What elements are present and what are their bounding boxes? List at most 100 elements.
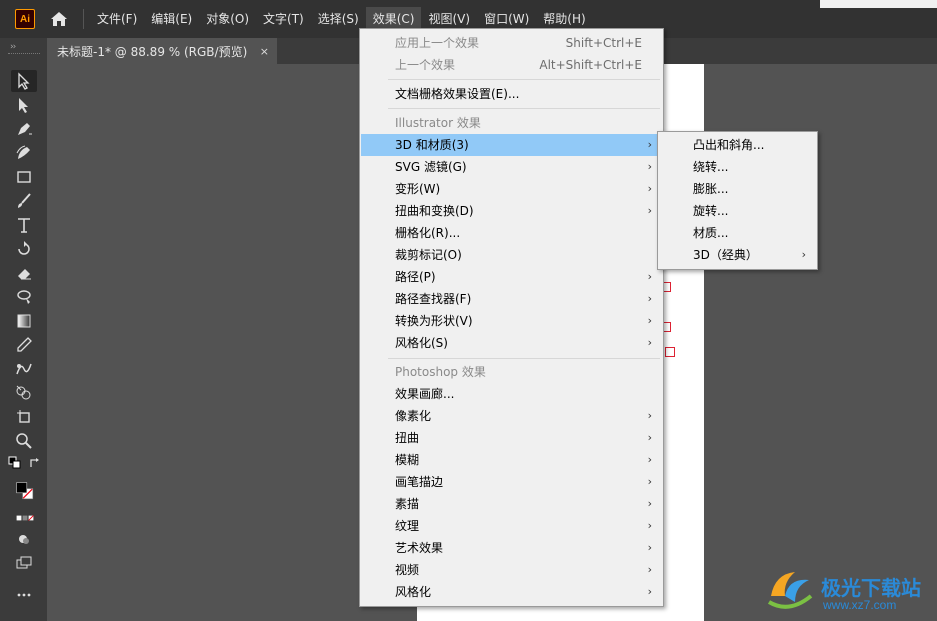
menu-item-illustrator-7[interactable]: 路径查找器(F) ›	[361, 288, 662, 310]
chevron-right-icon: ›	[801, 248, 806, 261]
menu-item-photoshop-label: 扭曲	[395, 431, 420, 445]
document-tab[interactable]: 未标题-1* @ 88.89 % (RGB/预览) ×	[47, 38, 277, 64]
rectangle-tool-icon[interactable]	[11, 166, 37, 188]
chevron-right-icon: ›	[647, 160, 652, 173]
chevron-right-icon: ›	[647, 431, 652, 444]
type-tool-icon[interactable]	[11, 214, 37, 236]
menu-item-photoshop-9[interactable]: 风格化 ›	[361, 581, 662, 603]
curvature-tool-icon[interactable]	[11, 142, 37, 164]
selection-tool-icon[interactable]	[11, 70, 37, 92]
menu-item-photoshop-4[interactable]: 画笔描边 ›	[361, 471, 662, 493]
artboard-tool-icon[interactable]	[11, 406, 37, 428]
lasso-tool-icon[interactable]	[11, 286, 37, 308]
menu-item-photoshop-2[interactable]: 扭曲 ›	[361, 427, 662, 449]
watermark-url: www.xz7.com	[823, 598, 897, 612]
default-colors-icon[interactable]	[8, 456, 22, 470]
screen-mode-icon[interactable]	[11, 552, 37, 574]
more-tools-icon[interactable]	[11, 584, 37, 606]
submenu-item-3[interactable]: 旋转...	[659, 200, 816, 222]
artwork-fragment	[665, 347, 675, 357]
submenu-item-label: 3D（经典）	[693, 248, 758, 262]
watermark-logo-icon	[767, 572, 813, 609]
collapse-icon[interactable]: ››	[10, 42, 16, 52]
chevron-right-icon: ›	[647, 519, 652, 532]
menu-item-photoshop-7[interactable]: 艺术效果 ›	[361, 537, 662, 559]
menu-item-illustrator-label: SVG 滤镜(G)	[395, 160, 467, 174]
chevron-right-icon: ›	[647, 204, 652, 217]
home-icon[interactable]	[47, 7, 71, 31]
eraser-tool-icon[interactable]	[11, 262, 37, 284]
submenu-item-label: 凸出和斜角...	[693, 138, 765, 152]
submenu-item-5[interactable]: 3D（经典） ›	[659, 244, 816, 266]
menu-item-illustrator-3[interactable]: 扭曲和变换(D) ›	[361, 200, 662, 222]
direct-selection-tool-icon[interactable]	[11, 94, 37, 116]
menu-item-illustrator-0[interactable]: 3D 和材质(3) ›	[361, 134, 662, 156]
submenu-item-label: 材质...	[693, 226, 729, 240]
zoom-tool-icon[interactable]	[11, 430, 37, 452]
panel-grip[interactable]	[8, 53, 40, 56]
menu-divider	[388, 358, 660, 359]
menu-item-photoshop-0[interactable]: 效果画廊...	[361, 383, 662, 405]
menubar-item-4[interactable]: 选择(S)	[311, 7, 366, 31]
submenu-item-2[interactable]: 膨胀...	[659, 178, 816, 200]
menubar-item-1[interactable]: 编辑(E)	[144, 7, 199, 31]
menu-item-photoshop-label: 纹理	[395, 519, 420, 533]
fill-stroke-swatch[interactable]	[10, 476, 40, 506]
paintbrush-tool-icon[interactable]	[11, 190, 37, 212]
tools-panel: ››	[0, 38, 47, 621]
chevron-right-icon: ›	[647, 270, 652, 283]
gradient-tool-icon[interactable]	[11, 310, 37, 332]
menu-item-photoshop-3[interactable]: 模糊 ›	[361, 449, 662, 471]
draw-mode-icon[interactable]	[11, 528, 37, 550]
menubar-item-2[interactable]: 对象(O)	[199, 7, 256, 31]
shape-builder-tool-icon[interactable]	[11, 382, 37, 404]
color-mode-icons[interactable]	[10, 512, 40, 524]
watermark-text: 极光下载站	[821, 576, 921, 600]
submenu-3d-and-materials: 凸出和斜角... 绕转... 膨胀... 旋转... 材质... 3D（经典） ›	[657, 131, 818, 270]
swap-colors-icon[interactable]	[28, 456, 42, 470]
effects-menu: 应用上一个效果 Shift+Ctrl+E 上一个效果 Alt+Shift+Ctr…	[359, 28, 664, 607]
menu-item-illustrator-9[interactable]: 风格化(S) ›	[361, 332, 662, 354]
menu-item-illustrator-6[interactable]: 路径(P) ›	[361, 266, 662, 288]
submenu-item-1[interactable]: 绕转...	[659, 156, 816, 178]
submenu-item-label: 旋转...	[693, 204, 729, 218]
menubar-divider	[83, 9, 84, 29]
menu-item-illustrator-label: 路径查找器(F)	[395, 292, 472, 306]
submenu-item-4[interactable]: 材质...	[659, 222, 816, 244]
background-window-strip	[820, 0, 937, 8]
rotate-tool-icon[interactable]	[11, 238, 37, 260]
menu-item-illustrator-2[interactable]: 变形(W) ›	[361, 178, 662, 200]
menu-item-photoshop-label: 素描	[395, 497, 420, 511]
menu-item-illustrator-label: 转换为形状(V)	[395, 314, 473, 328]
pen-tool-icon[interactable]	[11, 118, 37, 140]
chevron-right-icon: ›	[647, 585, 652, 598]
menu-item-photoshop-label: 风格化	[395, 585, 432, 599]
menu-item-photoshop-5[interactable]: 素描 ›	[361, 493, 662, 515]
submenu-item-label: 膨胀...	[693, 182, 729, 196]
menu-item-photoshop-1[interactable]: 像素化 ›	[361, 405, 662, 427]
menu-item-photoshop-label: 模糊	[395, 453, 420, 467]
menu-item-photoshop-6[interactable]: 纹理 ›	[361, 515, 662, 537]
chevron-right-icon: ›	[647, 138, 652, 151]
menu-item-photoshop-8[interactable]: 视频 ›	[361, 559, 662, 581]
menu-item-last-effect[interactable]: 上一个效果 Alt+Shift+Ctrl+E	[361, 54, 662, 76]
menubar-item-3[interactable]: 文字(T)	[256, 7, 311, 31]
menu-item-illustrator-1[interactable]: SVG 滤镜(G) ›	[361, 156, 662, 178]
eyedropper-tool-icon[interactable]	[11, 334, 37, 356]
menu-item-illustrator-label: 路径(P)	[395, 270, 436, 284]
menu-item-illustrator-label: 栅格化(R)...	[395, 226, 461, 240]
menu-item-illustrator-4[interactable]: 栅格化(R)...	[361, 222, 662, 244]
menu-item-apply-last-effect[interactable]: 应用上一个效果 Shift+Ctrl+E	[361, 32, 662, 54]
menu-section-illustrator: Illustrator 效果	[395, 116, 481, 130]
menu-item-raster-settings[interactable]: 文档栅格效果设置(E)...	[361, 83, 662, 105]
menu-item-illustrator-5[interactable]: 裁剪标记(O)	[361, 244, 662, 266]
menu-item-illustrator-8[interactable]: 转换为形状(V) ›	[361, 310, 662, 332]
close-icon[interactable]: ×	[260, 45, 269, 58]
blend-tool-icon[interactable]	[11, 358, 37, 380]
menu-item-photoshop-label: 效果画廊...	[395, 387, 455, 401]
menubar-item-0[interactable]: 文件(F)	[90, 7, 144, 31]
menu-divider	[388, 79, 660, 80]
chevron-right-icon: ›	[647, 497, 652, 510]
chevron-right-icon: ›	[647, 409, 652, 422]
submenu-item-0[interactable]: 凸出和斜角...	[659, 134, 816, 156]
